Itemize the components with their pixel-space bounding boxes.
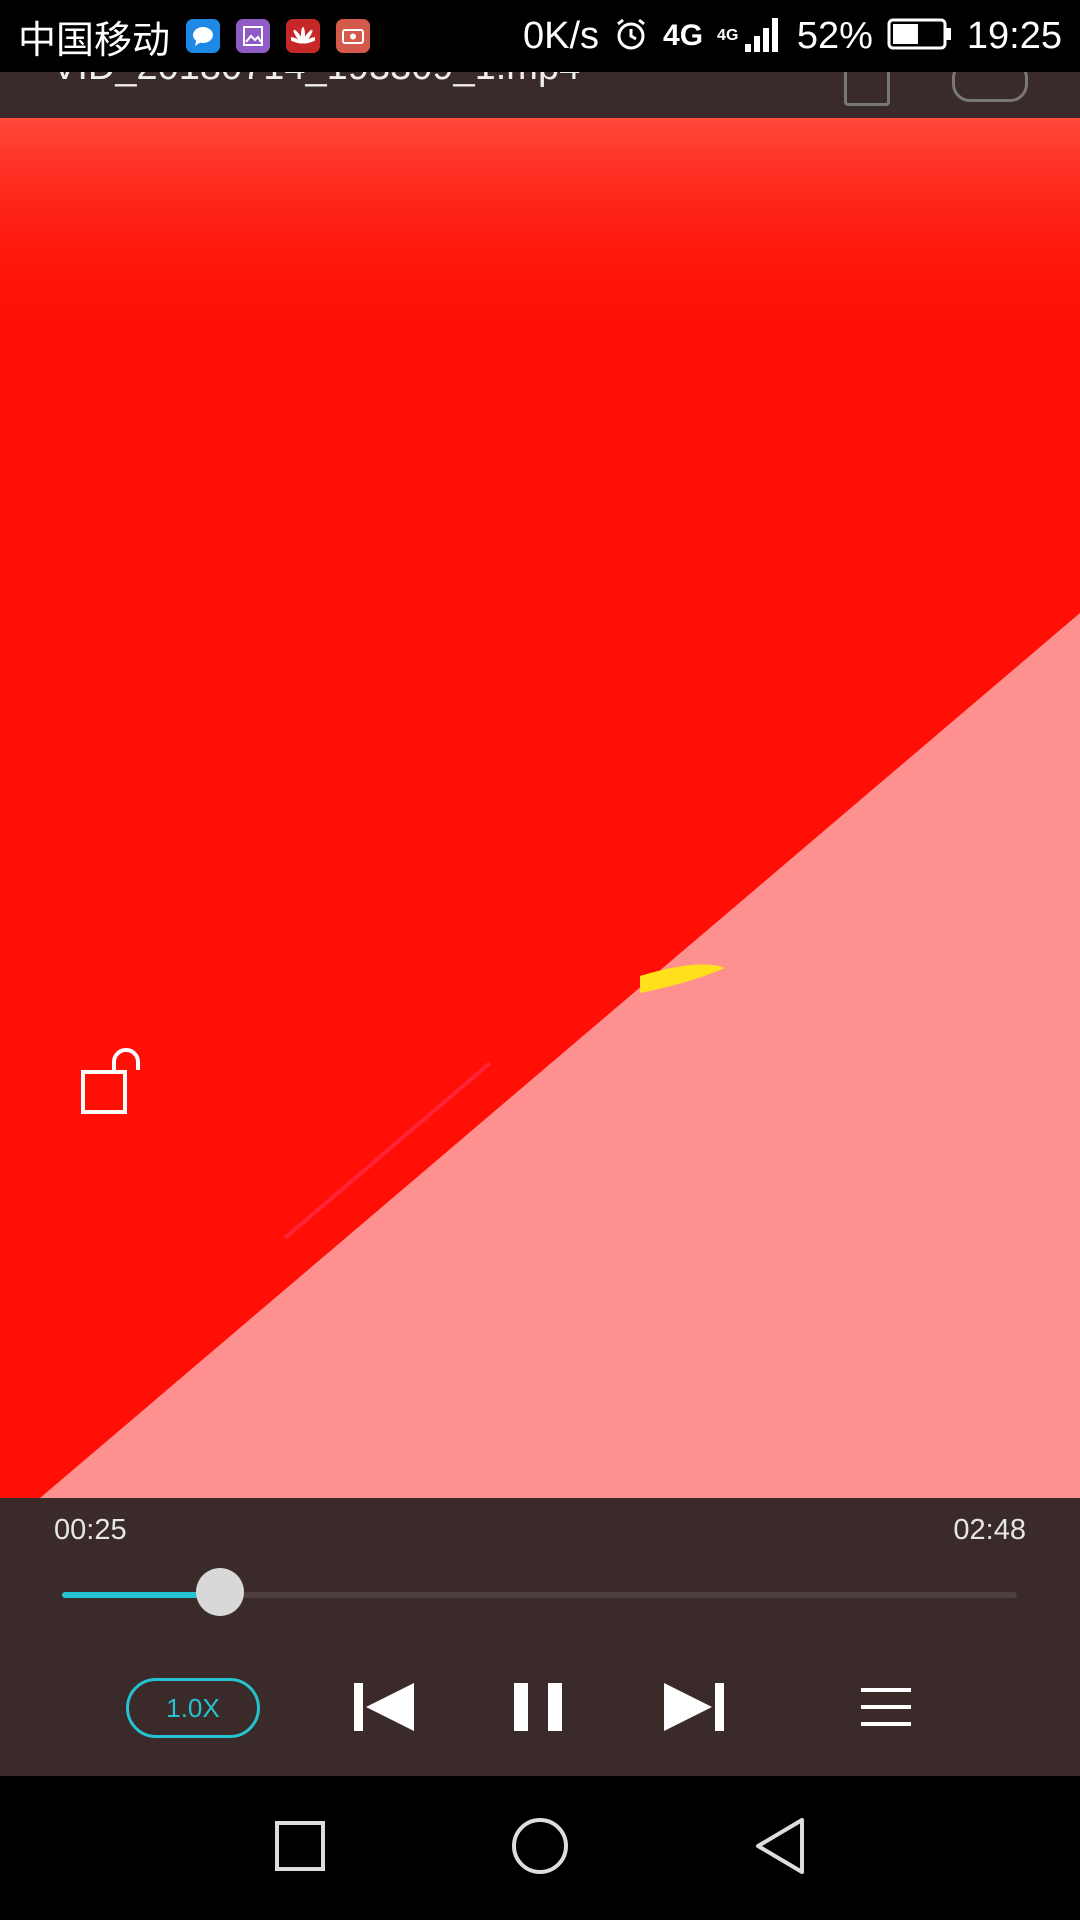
network-type-secondary: 4G	[717, 26, 739, 44]
network-type: 4G	[663, 19, 704, 52]
huawei-icon	[286, 19, 321, 53]
alarm-icon	[613, 16, 649, 57]
skip-next-icon[interactable]	[662, 1680, 726, 1739]
battery-icon	[887, 16, 953, 57]
playback-speed-button[interactable]: 1.0X	[126, 1678, 260, 1738]
total-time: 02:48	[953, 1514, 1026, 1546]
skip-previous-icon[interactable]	[352, 1680, 416, 1739]
back-triangle-icon[interactable]	[754, 1816, 806, 1881]
video-frame	[0, 118, 1080, 1498]
menu-icon[interactable]	[860, 1686, 912, 1733]
notification-icons	[186, 19, 371, 53]
status-bar: 中国移动 0K/s 4G 4G 52% 19:25	[0, 0, 1080, 72]
video-surface[interactable]	[0, 118, 1080, 1498]
clock: 19:25	[966, 14, 1062, 57]
carrier-name: 中国移动	[18, 19, 171, 62]
battery-percent: 52%	[796, 14, 873, 57]
home-circle-icon[interactable]	[510, 1816, 570, 1881]
current-time: 00:25	[54, 1514, 127, 1546]
navigation-bar	[0, 1776, 1080, 1920]
gallery-icon	[236, 19, 271, 53]
pause-icon[interactable]	[512, 1680, 564, 1739]
status-right: 0K/s 4G 4G 52% 19:25	[523, 14, 1062, 59]
chat-icon	[186, 19, 221, 53]
seek-bar[interactable]	[62, 1568, 1017, 1616]
signal-icon: 4G	[717, 14, 783, 59]
recents-square-icon[interactable]	[274, 1820, 326, 1877]
screen-recorder-icon	[336, 19, 371, 53]
seek-bar-thumb[interactable]	[195, 1568, 244, 1616]
net-speed: 0K/s	[522, 14, 600, 57]
player-top-bar: VID_20180714_193309_1.mp4	[0, 72, 1080, 118]
share-icon[interactable]	[844, 72, 890, 106]
toggle-icon[interactable]	[952, 72, 1028, 102]
video-title: VID_20180714_193309_1.mp4	[52, 72, 580, 89]
player-controls: 00:25 02:48 1.0X	[0, 1498, 1080, 1776]
